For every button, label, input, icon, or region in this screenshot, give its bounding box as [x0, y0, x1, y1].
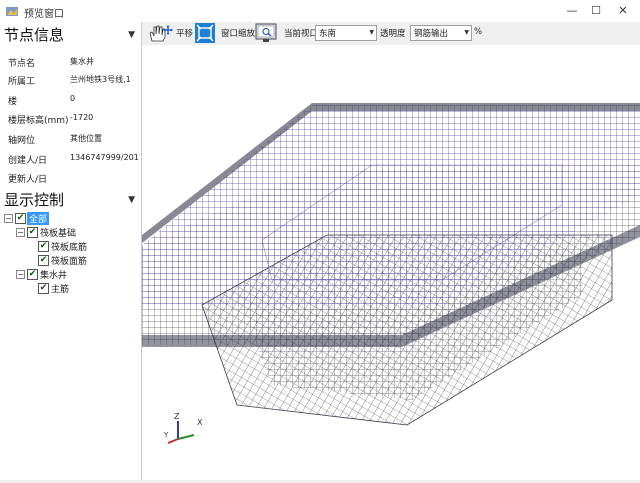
tree-node-raft-top[interactable]: ✔ 筏板面筋 — [38, 254, 134, 267]
info-label: 节点名 — [8, 59, 36, 69]
tree-label: 筏板基础 — [40, 229, 77, 239]
collapse-icon[interactable]: − — [16, 270, 25, 279]
tree-node-main-rebar[interactable]: ✔ 主筋 — [38, 282, 134, 295]
viewport-3d[interactable]: Z X Y — [142, 45, 640, 480]
transparency-select-value: 钢筋输出 — [414, 29, 449, 39]
tree-label: 集水井 — [40, 271, 68, 281]
axis-label-z: Z — [174, 412, 180, 421]
window-title: 预览窗口 — [24, 9, 64, 20]
tree-label: 主筋 — [51, 285, 70, 295]
checkbox-sump[interactable]: ✔ — [27, 269, 38, 280]
display-control-title: 显示控制 — [4, 191, 65, 209]
transparency-label: 透明度 — [380, 29, 406, 39]
zoom-window-label[interactable]: 窗口缩放 — [221, 27, 255, 39]
collapse-icon[interactable]: − — [4, 214, 13, 223]
chevron-down-icon: ▼ — [464, 29, 469, 36]
toolbar: 平移 窗口缩放 当前视口 东南 ▼ 透明度 钢筋输出 ▼ % — [142, 22, 640, 44]
info-label: 所属工 — [8, 77, 36, 87]
left-panel: 节点信息 ▼ 节点名 集水井 所属工 兰州地铁3号线,1 楼 0 楼层标高(mm… — [0, 22, 142, 480]
viewport-monitor-icon[interactable] — [255, 23, 277, 43]
node-info-header[interactable]: 节点信息 ▼ — [0, 22, 141, 46]
info-label: 更新人/日 — [8, 175, 48, 185]
info-value: 集水井 — [70, 57, 94, 66]
zoom-window-icon[interactable] — [194, 22, 216, 44]
tree-node-sump[interactable]: − ✔ 集水井 — [16, 268, 134, 281]
chevron-down-icon[interactable]: ▼ — [128, 195, 135, 205]
info-row-axis-position: 轴网位 其他位置 — [0, 128, 141, 150]
info-row-elevation: 楼层标高(mm) -1720 — [0, 108, 141, 130]
viewport-select[interactable]: 东南 ▼ — [315, 25, 377, 41]
checkbox-raft-bottom[interactable]: ✔ — [38, 241, 49, 252]
tree-node-all[interactable]: − ✔ 全部 — [4, 212, 134, 225]
info-value: -1720 — [70, 113, 94, 122]
info-value: 兰州地铁3号线,1 — [70, 75, 131, 84]
info-label: 楼 — [8, 97, 18, 107]
info-label: 创建人/日 — [8, 156, 48, 166]
info-row-updater: 更新人/日 — [0, 167, 141, 189]
tree-node-raft-foundation[interactable]: − ✔ 筏板基础 — [16, 226, 134, 239]
app-icon — [6, 7, 18, 16]
axis-label-x: X — [197, 418, 203, 427]
tree-label: 筏板底筋 — [51, 243, 88, 253]
chevron-down-icon: ▼ — [369, 29, 374, 36]
pan-hand-icon[interactable] — [146, 23, 174, 43]
maximize-button[interactable]: ☐ — [585, 2, 607, 20]
percent-label: % — [474, 27, 483, 37]
checkbox-main-rebar[interactable]: ✔ — [38, 283, 49, 294]
checkbox-raft-foundation[interactable]: ✔ — [27, 227, 38, 238]
checkbox-raft-top[interactable]: ✔ — [38, 255, 49, 266]
pan-label[interactable]: 平移 — [176, 27, 193, 39]
display-control-header[interactable]: 显示控制 ▼ — [0, 187, 141, 211]
axis-triad: Z X Y — [163, 412, 203, 444]
info-value: 其他位置 — [70, 134, 102, 143]
info-label: 楼层标高(mm) — [8, 116, 69, 126]
info-value: 0 — [70, 94, 76, 103]
checkbox-all[interactable]: ✔ — [15, 213, 26, 224]
title-bar: 预览窗口 — ☐ ✕ — [0, 0, 640, 23]
collapse-icon[interactable]: − — [16, 228, 25, 237]
viewport-select-value: 东南 — [319, 29, 337, 39]
transparency-select[interactable]: 钢筋输出 ▼ — [410, 25, 472, 41]
close-button[interactable]: ✕ — [612, 2, 634, 20]
chevron-down-icon[interactable]: ▼ — [128, 30, 135, 40]
minimize-button[interactable]: — — [561, 2, 583, 20]
tree-label-all: 全部 — [27, 212, 50, 225]
info-row-project: 所属工 兰州地铁3号线,1 — [0, 69, 141, 91]
axis-label-y: Y — [163, 431, 169, 439]
info-label: 轴网位 — [8, 136, 36, 146]
current-viewport-label: 当前视口 — [284, 29, 319, 39]
info-value: 1346747999/2017- — [70, 153, 140, 162]
tree-label: 筏板面筋 — [51, 257, 88, 267]
tree-node-raft-bottom[interactable]: ✔ 筏板底筋 — [38, 240, 134, 253]
rebar-model[interactable]: Z X Y — [142, 45, 640, 480]
node-info-title: 节点信息 — [4, 26, 65, 44]
